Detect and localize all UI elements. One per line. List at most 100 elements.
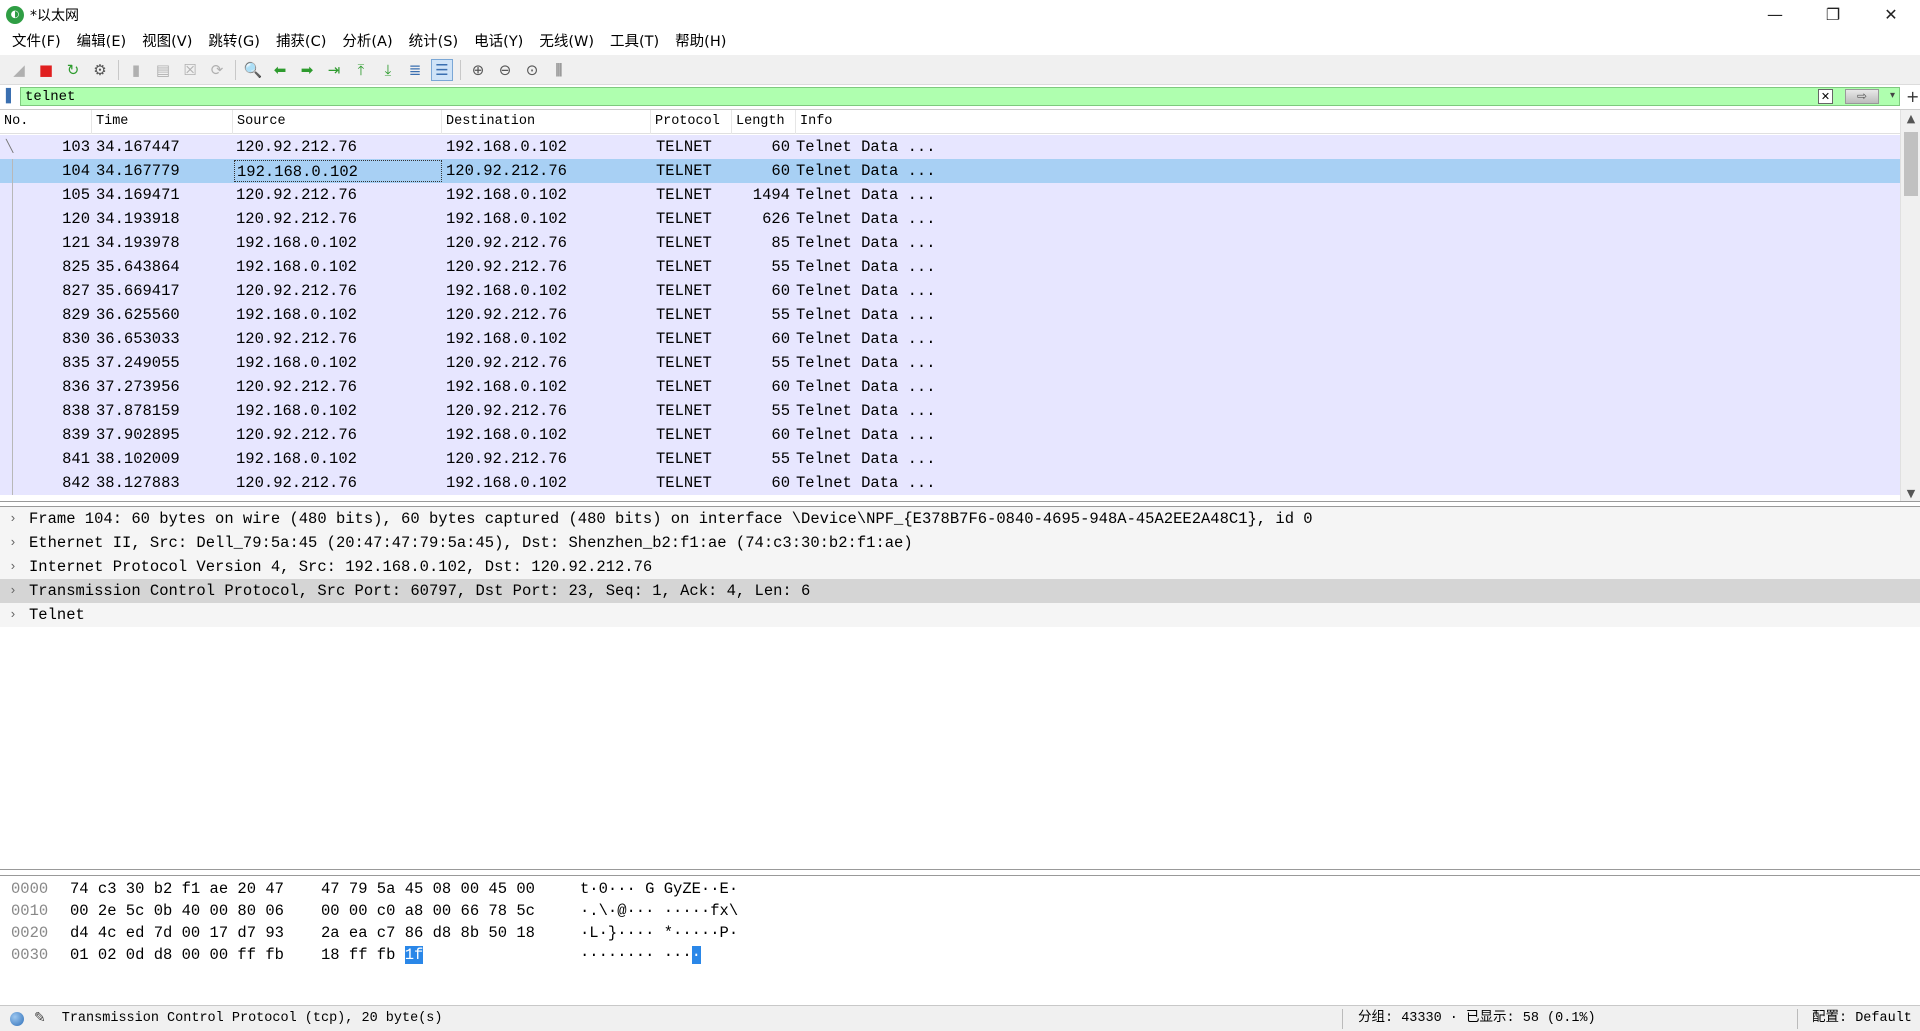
- packet-row[interactable]: 835 37.249055 192.168.0.102 120.92.212.76 TE…: [0, 351, 1900, 375]
- go-to-packet-icon[interactable]: ⇥: [323, 59, 345, 81]
- scroll-up-icon[interactable]: ▲: [1901, 110, 1920, 128]
- bookmark-icon[interactable]: ▌: [4, 88, 18, 106]
- expand-arrow-icon[interactable]: ›: [9, 603, 21, 627]
- packet-list-scrollbar[interactable]: ▲ ▼: [1900, 110, 1920, 501]
- selected-ascii-byte[interactable]: ·: [691, 946, 701, 964]
- hex-bytes-group[interactable]: 18 ff fb 1f: [321, 944, 424, 966]
- stop-capture-icon[interactable]: ■: [35, 59, 57, 81]
- expand-arrow-icon[interactable]: ›: [9, 555, 21, 579]
- packet-row[interactable]: 839 37.902895 120.92.212.76 192.168.0.102 TE…: [0, 423, 1900, 447]
- menu-telephony[interactable]: 电话(Y): [466, 29, 531, 55]
- ascii-bytes[interactable]: ········ ···: [580, 946, 692, 964]
- menu-go[interactable]: 跳转(G): [200, 29, 268, 55]
- clear-filter-icon[interactable]: ✕: [1818, 89, 1833, 104]
- expand-arrow-icon[interactable]: ›: [9, 531, 21, 555]
- packet-row[interactable]: 120 34.193918 120.92.212.76 192.168.0.102 TE…: [0, 207, 1900, 231]
- hex-bytes[interactable]: 00 2e 5c 0b 40 00 80 06: [70, 900, 284, 922]
- menu-capture[interactable]: 捕获(C): [268, 29, 334, 55]
- filter-history-dropdown-icon[interactable]: ▾: [1890, 90, 1895, 101]
- restore-button[interactable]: ❐: [1804, 0, 1862, 29]
- hex-bytes[interactable]: 47 79 5a 45 08 00 45 00: [321, 880, 535, 898]
- column-header-length[interactable]: Length: [732, 110, 796, 134]
- resize-columns-icon[interactable]: ⫼: [548, 59, 570, 81]
- ascii-group[interactable]: t·0··· G GyZE··E·: [580, 878, 738, 900]
- add-filter-button-icon[interactable]: +: [1906, 87, 1919, 106]
- zoom-out-icon[interactable]: ⊖: [494, 59, 516, 81]
- minimize-button[interactable]: —: [1746, 0, 1804, 29]
- menu-wireless[interactable]: 无线(W): [531, 29, 602, 55]
- expert-info-icon[interactable]: [10, 1011, 24, 1026]
- menu-statistics[interactable]: 统计(S): [401, 29, 467, 55]
- ascii-group[interactable]: ·L·}···· *·····P·: [580, 922, 738, 944]
- packet-row[interactable]: 841 38.102009 192.168.0.102 120.92.212.76 TE…: [0, 447, 1900, 471]
- ascii-bytes[interactable]: ·L·}···· *·····P·: [580, 924, 738, 942]
- detail-tree-item[interactable]: › Ethernet II, Src: Dell_79:5a:45 (20:47:…: [0, 531, 1920, 555]
- column-header-time[interactable]: Time: [92, 110, 233, 134]
- close-file-icon[interactable]: ☒: [179, 59, 201, 81]
- hex-bytes-group[interactable]: 00 00 c0 a8 00 66 78 5c: [321, 900, 535, 922]
- start-capture-icon[interactable]: ◢: [8, 59, 30, 81]
- selected-hex-byte[interactable]: 1f: [404, 946, 424, 964]
- packet-details-pane[interactable]: › Frame 104: 60 bytes on wire (480 bits),…: [0, 506, 1920, 870]
- ascii-bytes[interactable]: ·.\·@··· ·····fx\: [580, 902, 738, 920]
- packet-row[interactable]: 104 34.167779 192.168.0.102 120.92.212.76 TE…: [0, 159, 1900, 183]
- column-header-protocol[interactable]: Protocol: [651, 110, 732, 134]
- packet-row[interactable]: 105 34.169471 120.92.212.76 192.168.0.102 TE…: [0, 183, 1900, 207]
- hex-bytes[interactable]: 74 c3 30 b2 f1 ae 20 47: [70, 878, 284, 900]
- expand-arrow-icon[interactable]: ›: [9, 507, 21, 531]
- detail-tree-item[interactable]: › Telnet: [0, 603, 1920, 627]
- hex-bytes[interactable]: 00 00 c0 a8 00 66 78 5c: [321, 902, 535, 920]
- auto-scroll-icon[interactable]: ≣: [404, 59, 426, 81]
- packet-row[interactable]: 842 38.127883 120.92.212.76 192.168.0.102 TE…: [0, 471, 1900, 495]
- packet-row[interactable]: 825 35.643864 192.168.0.102 120.92.212.76 TE…: [0, 255, 1900, 279]
- capture-options-icon[interactable]: ⚙: [89, 59, 111, 81]
- column-header-no[interactable]: No.: [0, 110, 92, 134]
- hex-bytes-group[interactable]: 2a ea c7 86 d8 8b 50 18: [321, 922, 535, 944]
- column-header-destination[interactable]: Destination: [442, 110, 651, 134]
- menu-tools[interactable]: 工具(T): [602, 29, 667, 55]
- scroll-down-icon[interactable]: ▼: [1901, 485, 1920, 501]
- detail-tree-item[interactable]: › Frame 104: 60 bytes on wire (480 bits),…: [0, 507, 1920, 531]
- display-filter-input[interactable]: [21, 88, 1821, 105]
- column-header-info[interactable]: Info: [796, 110, 1900, 134]
- ascii-bytes[interactable]: t·0··· G GyZE··E·: [580, 880, 738, 898]
- detail-tree-item[interactable]: › Internet Protocol Version 4, Src: 192.1…: [0, 555, 1920, 579]
- configuration-profile[interactable]: 配置: Default: [1812, 1006, 1912, 1031]
- packet-row[interactable]: 827 35.669417 120.92.212.76 192.168.0.102 TE…: [0, 279, 1900, 303]
- packet-bytes-pane[interactable]: 0000 74 c3 30 b2 f1 ae 20 47 47 79 5a 45 0…: [0, 875, 1920, 1005]
- hex-bytes[interactable]: 2a ea c7 86 d8 8b 50 18: [321, 924, 535, 942]
- capture-comment-icon[interactable]: ✎: [34, 1010, 46, 1027]
- go-forward-icon[interactable]: ➡: [296, 59, 318, 81]
- packet-row[interactable]: ╲ 103 34.167447 120.92.212.76 192.168.0.102 T…: [0, 135, 1900, 159]
- close-button[interactable]: ✕: [1862, 0, 1920, 29]
- zoom-reset-icon[interactable]: ⊙: [521, 59, 543, 81]
- column-header-source[interactable]: Source: [233, 110, 442, 134]
- save-file-icon[interactable]: ▤: [152, 59, 174, 81]
- packet-row[interactable]: 838 37.878159 192.168.0.102 120.92.212.76 TE…: [0, 399, 1900, 423]
- packet-row[interactable]: 836 37.273956 120.92.212.76 192.168.0.102 TE…: [0, 375, 1900, 399]
- packet-row[interactable]: 830 36.653033 120.92.212.76 192.168.0.102 TE…: [0, 327, 1900, 351]
- restart-capture-icon[interactable]: ↻: [62, 59, 84, 81]
- ascii-group[interactable]: ·.\·@··· ·····fx\: [580, 900, 738, 922]
- menu-help[interactable]: 帮助(H): [667, 29, 734, 55]
- go-back-icon[interactable]: ⬅: [269, 59, 291, 81]
- scrollbar-thumb[interactable]: [1904, 132, 1918, 196]
- go-last-packet-icon[interactable]: ⤓: [377, 59, 399, 81]
- hex-bytes-group[interactable]: 47 79 5a 45 08 00 45 00: [321, 878, 535, 900]
- hex-bytes[interactable]: 18 ff fb: [321, 946, 405, 964]
- ascii-group[interactable]: ········ ····: [580, 944, 701, 966]
- packet-row[interactable]: 121 34.193978 192.168.0.102 120.92.212.76 TE…: [0, 231, 1900, 255]
- menu-analyze[interactable]: 分析(A): [334, 29, 400, 55]
- packet-list-pane[interactable]: No. Time Source Destination Protocol Len…: [0, 109, 1920, 502]
- apply-filter-icon[interactable]: ⇨: [1845, 89, 1879, 104]
- detail-tree-item[interactable]: › Transmission Control Protocol, Src Port…: [0, 579, 1920, 603]
- hex-bytes[interactable]: d4 4c ed 7d 00 17 d7 93: [70, 922, 284, 944]
- menu-edit[interactable]: 编辑(E): [69, 29, 134, 55]
- expand-arrow-icon[interactable]: ›: [9, 579, 21, 603]
- reload-file-icon[interactable]: ⟳: [206, 59, 228, 81]
- menu-view[interactable]: 视图(V): [134, 29, 200, 55]
- colorize-icon[interactable]: ☰: [431, 58, 453, 81]
- find-packet-icon[interactable]: 🔍: [242, 59, 264, 81]
- open-file-icon[interactable]: ▮: [125, 59, 147, 81]
- hex-bytes[interactable]: 01 02 0d d8 00 00 ff fb: [70, 944, 284, 966]
